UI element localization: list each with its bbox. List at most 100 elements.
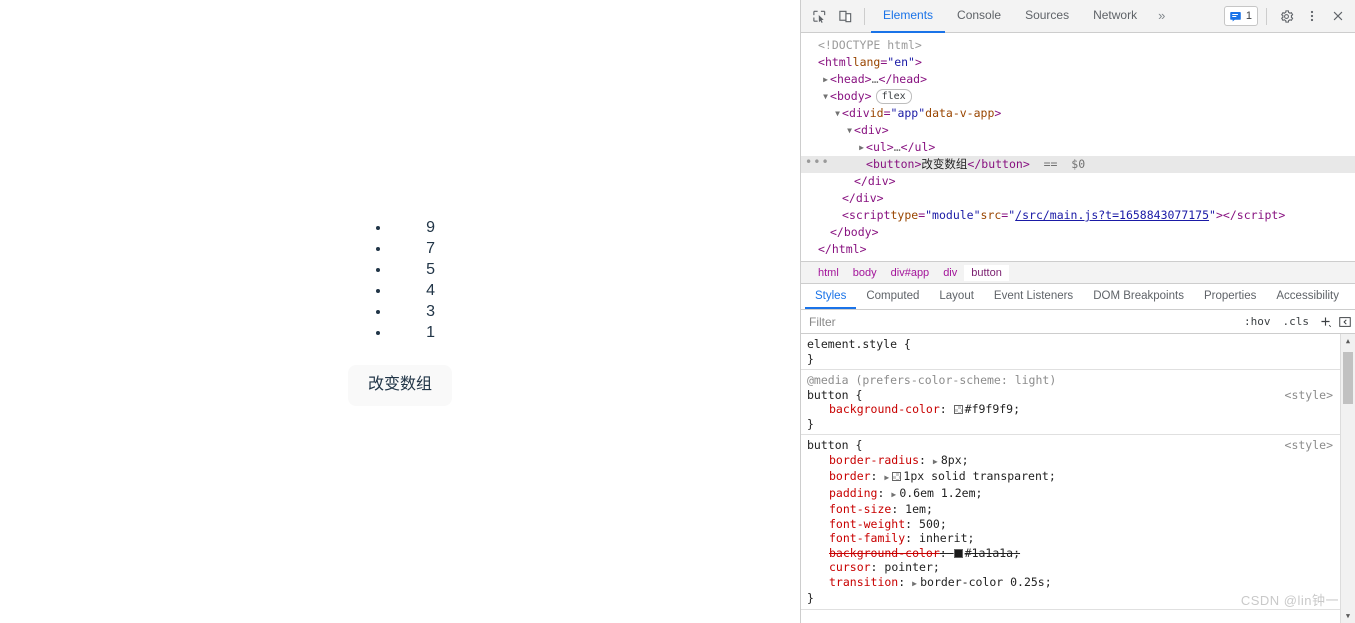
devtools-toolbar: ElementsConsoleSourcesNetwork» 1 [801,0,1355,33]
new-style-rule-button[interactable] [1315,312,1335,332]
css-property[interactable]: font-weight [829,517,905,531]
expand-shorthand-icon[interactable] [912,577,920,592]
dom-node[interactable]: <div> [801,122,1355,139]
styles-rule-list: element.style {}@media (prefers-color-sc… [801,334,1355,610]
expand-shorthand-icon[interactable] [933,455,941,470]
expand-shorthand-icon[interactable] [884,471,892,486]
breadcrumb-item-html[interactable]: html [811,265,846,281]
sidebar-tab-accessibility[interactable]: Accessibility [1266,284,1349,309]
css-property[interactable]: border [829,469,871,483]
scrollbar-up-arrow[interactable]: ▲ [1341,334,1355,348]
css-property[interactable]: padding [829,486,877,500]
breadcrumb: htmlbodydiv#appdivbutton [801,261,1355,284]
toggle-sidebar-icon[interactable] [1335,312,1355,332]
breadcrumb-item-div[interactable]: div [936,265,964,281]
dom-node[interactable]: </div> [801,190,1355,207]
device-toolbar-icon[interactable] [832,3,858,29]
rule-selector[interactable]: element.style { [807,337,911,352]
css-declaration[interactable]: font-family: inherit; [807,531,1355,546]
gear-icon[interactable] [1273,3,1299,29]
rule-origin-link[interactable]: <style> [1285,388,1333,403]
expand-toggle-icon[interactable] [821,88,830,105]
breadcrumb-item-div-app[interactable]: div#app [884,265,937,281]
node-menu-icon[interactable]: ••• [805,154,830,171]
style-rule: button {<style>border-radius: 8px;border… [801,435,1355,610]
css-declaration[interactable]: font-size: 1em; [807,502,1355,517]
css-property[interactable]: background-color [829,546,940,560]
sidebar-tab-dom-breakpoints[interactable]: DOM Breakpoints [1083,284,1194,309]
tab-sources[interactable]: Sources [1013,0,1081,33]
css-property[interactable]: border-radius [829,453,919,467]
expand-toggle-icon[interactable] [845,122,854,139]
css-property[interactable]: cursor [829,560,871,574]
dom-node-selected[interactable]: •••<button>改变数组</button> == $0 [801,156,1355,173]
style-rule: @media (prefers-color-scheme: light)butt… [801,370,1355,435]
styles-filter-input[interactable] [807,312,1238,332]
dom-node[interactable]: <body>flex [801,88,1355,105]
css-declaration[interactable]: font-weight: 500; [807,517,1355,532]
color-swatch[interactable] [954,405,963,414]
css-value[interactable]: 1em [905,502,926,516]
dom-node[interactable]: <div id="app" data-v-app> [801,105,1355,122]
dom-node[interactable]: <head>…</head> [801,71,1355,88]
dom-node[interactable]: </html> [801,241,1355,258]
css-value[interactable]: 0.6em 1.2em [899,486,975,500]
issues-badge[interactable]: 1 [1224,6,1258,26]
sidebar-tab-properties[interactable]: Properties [1194,284,1266,309]
tab-console[interactable]: Console [945,0,1013,33]
rule-selector[interactable]: button { [807,438,862,453]
color-swatch[interactable] [954,549,963,558]
rule-origin-link[interactable]: <style> [1285,438,1333,453]
more-tabs-icon[interactable]: » [1149,0,1174,33]
dom-node[interactable]: <ul>…</ul> [801,139,1355,156]
tab-network[interactable]: Network [1081,0,1149,33]
dom-node[interactable]: <html lang="en"> [801,54,1355,71]
sidebar-tab-computed[interactable]: Computed [856,284,929,309]
change-array-button[interactable]: 改变数组 [348,365,452,407]
cls-toggle-button[interactable]: .cls [1277,315,1316,328]
css-value[interactable]: 500 [919,517,940,531]
css-value[interactable]: border-color 0.25s [920,575,1045,589]
breadcrumb-item-button[interactable]: button [964,265,1009,281]
sidebar-tab-layout[interactable]: Layout [929,284,984,309]
scrollbar-thumb[interactable] [1343,352,1353,404]
expand-toggle-icon[interactable] [821,71,830,88]
hov-toggle-button[interactable]: :hov [1238,315,1277,328]
css-declaration[interactable]: border-radius: 8px; [807,453,1355,470]
rule-selector[interactable]: button { [807,388,862,403]
css-value[interactable]: #f9f9f9 [965,402,1013,416]
expand-toggle-icon[interactable] [833,105,842,122]
css-declaration[interactable]: cursor: pointer; [807,560,1355,575]
dom-node[interactable]: </body> [801,224,1355,241]
dom-node[interactable]: <script type="module" src="/src/main.js?… [801,207,1355,224]
css-value[interactable]: pointer [884,560,932,574]
dom-tree[interactable]: <!DOCTYPE html><html lang="en"><head>…</… [801,33,1355,261]
css-declaration[interactable]: border: 1px solid transparent; [807,469,1355,486]
css-declaration[interactable]: background-color: #1a1a1a; [807,546,1355,561]
scrollbar-down-arrow[interactable]: ▼ [1341,609,1355,623]
sidebar-tab-styles[interactable]: Styles [805,284,856,309]
screenshot-root: 975431 改变数组 ElementsConsoleSourcesNetwor… [0,0,1355,623]
css-declaration[interactable]: padding: 0.6em 1.2em; [807,486,1355,503]
css-declaration[interactable]: background-color: #f9f9f9; [807,402,1355,417]
css-property[interactable]: font-family [829,531,905,545]
kebab-menu-icon[interactable] [1299,3,1325,29]
css-value[interactable]: inherit [919,531,967,545]
css-property[interactable]: background-color [829,402,940,416]
breadcrumb-item-body[interactable]: body [846,265,884,281]
close-icon[interactable] [1325,3,1351,29]
inspect-element-icon[interactable] [806,3,832,29]
dom-node[interactable]: <!DOCTYPE html> [801,37,1355,54]
styles-scrollbar[interactable]: ▲ ▼ [1340,334,1355,623]
css-value[interactable]: 8px [941,453,962,467]
css-value[interactable]: 1px solid transparent [903,469,1048,483]
tab-elements[interactable]: Elements [871,0,945,33]
color-swatch[interactable] [892,472,901,481]
css-value[interactable]: #1a1a1a [965,546,1013,560]
dom-node[interactable]: </div> [801,173,1355,190]
css-declaration[interactable]: transition: border-color 0.25s; [807,575,1355,592]
css-property[interactable]: font-size [829,502,891,516]
sidebar-tab-event-listeners[interactable]: Event Listeners [984,284,1083,309]
css-property[interactable]: transition [829,575,898,589]
expand-toggle-icon[interactable] [857,139,866,156]
